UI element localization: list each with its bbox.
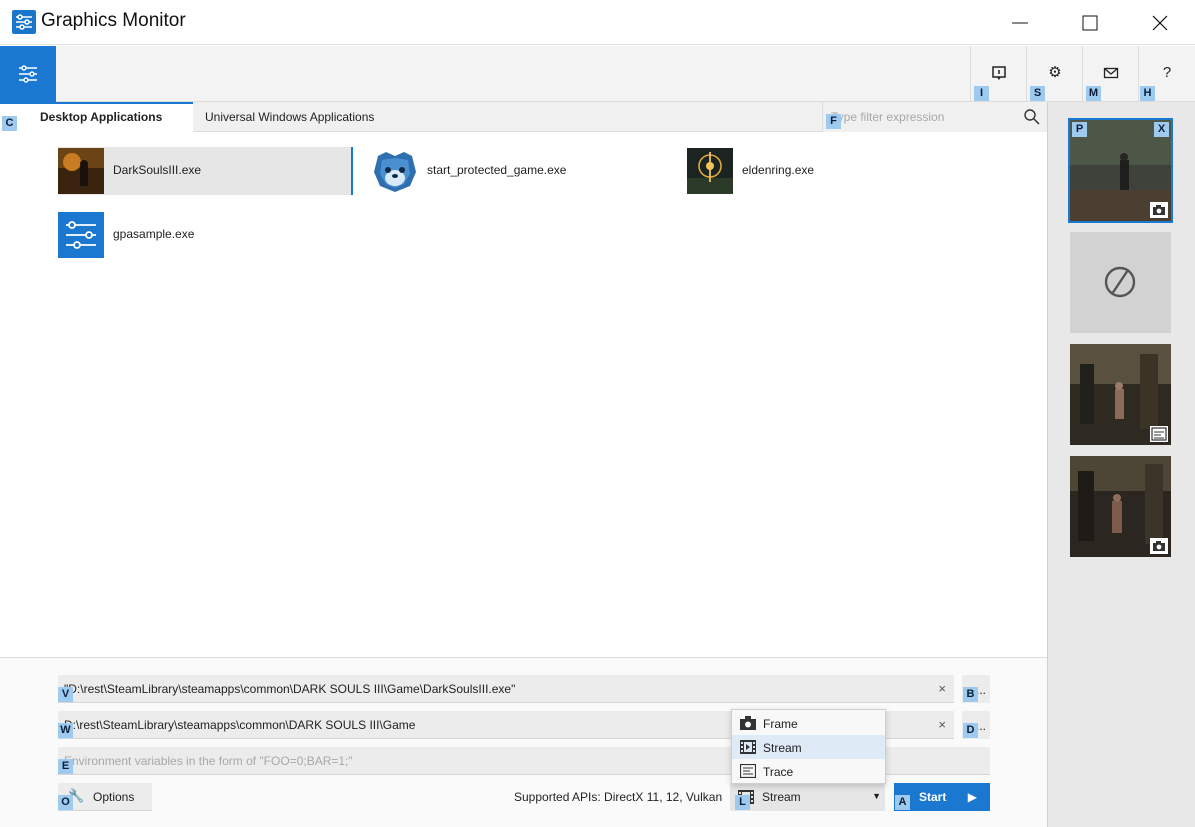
gear-icon: ⚙ <box>1048 64 1062 81</box>
trace-icon <box>1150 426 1168 442</box>
gpa-sliders-icon <box>58 212 104 258</box>
executable-path-input[interactable] <box>64 680 924 698</box>
mode-option-label: Stream <box>763 741 802 755</box>
help-icon: ? <box>1162 64 1172 81</box>
unavailable-icon <box>1070 232 1171 333</box>
app-item[interactable]: eldenring.exe <box>687 147 987 195</box>
clear-icon[interactable]: × <box>938 681 946 696</box>
chevron-down-icon: ▼ <box>872 791 881 801</box>
hotkey-badge: M <box>1086 86 1101 101</box>
eac-bear-icon <box>374 152 416 192</box>
app-name: gpasample.exe <box>113 227 195 241</box>
app-icon <box>12 10 36 34</box>
browse-executable-button[interactable]: ... B <box>962 675 990 703</box>
capture-thumbnail[interactable] <box>1070 344 1171 445</box>
window-title: Graphics Monitor <box>41 10 186 31</box>
menu-button[interactable] <box>0 46 56 102</box>
clear-icon[interactable]: × <box>938 717 946 732</box>
hotkey-badge: D <box>963 723 978 738</box>
mode-option-label: Trace <box>763 765 794 779</box>
close-button[interactable] <box>1125 0 1195 45</box>
hotkey-badge: H <box>1140 86 1155 101</box>
eldenring-thumbnail <box>687 148 733 194</box>
sliders-icon <box>19 65 37 83</box>
hotkey-badge: L <box>735 795 750 810</box>
capture-thumbnail[interactable] <box>1070 232 1171 333</box>
mode-option-trace[interactable]: Trace <box>732 759 885 783</box>
toolbar: I ⚙ S M ? H <box>0 46 1195 102</box>
play-icon: ▶ <box>967 790 977 804</box>
hotkey-badge: W <box>58 723 73 738</box>
capture-mode-dropdown: Frame Stream Trace <box>731 709 886 784</box>
capture-mode-value: Stream <box>762 790 801 804</box>
close-icon <box>1152 15 1168 31</box>
maximize-button[interactable] <box>1055 0 1125 45</box>
tab-desktop-applications[interactable]: Desktop Applications <box>0 102 193 132</box>
capture-thumbnail[interactable] <box>1070 456 1171 557</box>
mode-option-label: Frame <box>763 717 798 731</box>
filter-input[interactable] <box>831 108 1016 126</box>
help-button[interactable]: ? H <box>1138 46 1194 102</box>
minimize-icon <box>1012 22 1028 24</box>
trace-icon <box>740 764 756 778</box>
start-label: Start <box>919 790 947 804</box>
hotkey-badge: A <box>895 795 910 810</box>
camera-icon <box>740 716 756 730</box>
captures-panel: P X <box>1047 102 1195 827</box>
hotkey-badge: V <box>58 687 73 702</box>
hotkey-badge: X <box>1154 122 1169 137</box>
app-item[interactable]: gpasample.exe <box>58 211 358 259</box>
tab-label: Universal Windows Applications <box>205 110 375 124</box>
hotkey-badge: S <box>1030 86 1045 101</box>
executable-path-field: × <box>58 675 954 703</box>
app-item[interactable]: start_protected_game.exe <box>372 147 672 195</box>
hotkey-badge: I <box>974 86 989 101</box>
settings-button[interactable]: ⚙ S <box>1026 46 1082 102</box>
mode-option-stream[interactable]: Stream <box>732 735 885 759</box>
maximize-icon <box>1082 15 1098 31</box>
tab-label: Desktop Applications <box>40 110 163 124</box>
app-name: DarkSoulsIII.exe <box>113 163 202 177</box>
hotkey-badge: C <box>2 116 17 131</box>
app-name: start_protected_game.exe <box>427 163 567 177</box>
tab-universal-windows-applications[interactable]: Universal Windows Applications <box>193 102 386 132</box>
options-label: Options <box>93 790 135 804</box>
start-button[interactable]: Start ▶ A <box>894 783 990 811</box>
darksouls-thumbnail <box>58 148 104 194</box>
app-item[interactable]: DarkSoulsIII.exe <box>58 147 353 195</box>
tab-bar: Desktop Applications C Universal Windows… <box>0 102 1047 132</box>
hotkey-badge: E <box>58 759 73 774</box>
hotkey-badge: P <box>1072 122 1087 137</box>
minimize-button[interactable] <box>985 0 1055 45</box>
filter-box: F <box>822 102 1047 132</box>
info-button[interactable]: I <box>970 46 1026 102</box>
hotkey-badge: B <box>963 687 978 702</box>
title-bar: Graphics Monitor <box>0 0 1195 45</box>
supported-apis-label: Supported APIs: DirectX 11, 12, Vulkan <box>514 790 723 804</box>
camera-icon <box>1150 538 1168 554</box>
mode-option-frame[interactable]: Frame <box>732 711 885 735</box>
hotkey-badge: O <box>58 795 73 810</box>
film-icon <box>740 740 756 754</box>
app-name: eldenring.exe <box>742 163 815 177</box>
mail-icon <box>1103 67 1119 79</box>
mail-button[interactable]: M <box>1082 46 1138 102</box>
camera-icon <box>1150 202 1168 218</box>
info-icon <box>992 66 1006 80</box>
capture-thumbnail[interactable]: P X <box>1068 118 1173 223</box>
hotkey-badge: F <box>826 114 841 129</box>
search-icon[interactable] <box>1023 108 1041 126</box>
capture-mode-select[interactable]: Stream ▼ L <box>730 783 885 811</box>
browse-directory-button[interactable]: ... D <box>962 711 990 739</box>
launch-panel: × V ... B × W ... D E 🔧 Options O Suppor… <box>0 657 1047 827</box>
